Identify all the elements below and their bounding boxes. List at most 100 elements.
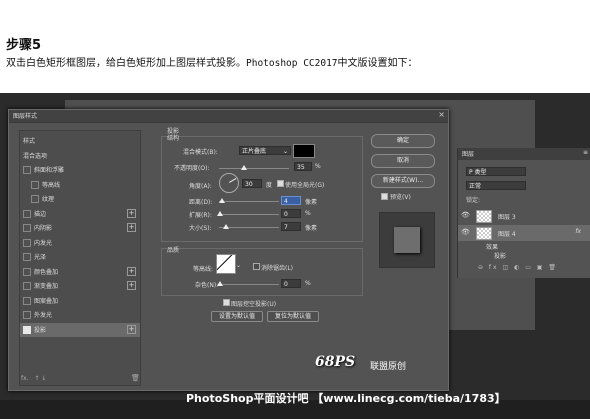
layer-row-4[interactable]: 👁 图层 4 fx [458,225,590,241]
fx-badge[interactable]: fx [575,228,581,235]
add-effect-icon[interactable]: + [127,266,136,276]
style-checkbox[interactable] [23,296,31,305]
size-slider-knob[interactable] [223,224,229,229]
cancel-button[interactable]: 取消 [371,154,435,168]
knockout-checkbox[interactable] [223,299,230,306]
style-label: 渐变叠加 [34,283,59,290]
shadow-effect-label: 投影 [494,253,507,260]
opacity-slider-knob[interactable] [240,165,247,170]
style-preview-thumbnail [379,212,435,268]
opacity-label: 不透明度(O): [174,165,210,172]
layer-thumbnail [476,227,492,240]
degree-unit: 度 [266,182,273,189]
style-checkbox[interactable] [31,180,39,189]
size-label: 大小(S): [189,225,212,232]
article-header: 步骤5 双击白色矩形框图层，给白色矩形加上图层样式投影。Photoshop CC… [0,0,590,92]
style-item[interactable]: 混合选项 [20,149,140,163]
spread-input[interactable]: 0 [281,209,301,218]
add-effect-icon[interactable]: + [127,223,136,232]
style-item[interactable]: 纹理 [20,192,140,206]
style-item[interactable]: 图案叠加 [20,294,140,308]
trash-icon[interactable]: 🗑 [131,374,140,382]
size-input[interactable]: 7 [281,222,301,231]
style-item[interactable]: 斜面和浮雕 [20,163,140,177]
style-item[interactable]: 描边 + [20,207,140,221]
move-arrows-icon[interactable]: ↑ ↓ [34,375,46,382]
add-effect-icon[interactable]: + [127,324,136,334]
panel-menu-icon[interactable]: ≡ [583,149,588,156]
new-style-button[interactable]: 新建样式(W)... [371,174,435,188]
distance-slider[interactable] [219,201,279,202]
style-label: 样式 [23,138,36,145]
structure-label: 结构 [167,135,180,142]
opacity-slider[interactable] [219,168,289,169]
shadow-color-swatch[interactable] [293,144,315,158]
layers-footer-icons[interactable]: ⊖ fx ◫ ◐ ▭ ▣ 🗑 [478,264,558,271]
noise-input[interactable]: 0 [281,279,301,288]
add-effect-icon[interactable]: + [127,281,136,290]
style-item[interactable]: 内阴影 + [20,221,140,235]
noise-slider-knob[interactable] [217,281,223,286]
fx-menu-button[interactable]: fx. ↑ ↓ [21,375,46,382]
layer-blend-mode[interactable]: 正常 [466,181,526,190]
style-item[interactable]: 投影 + [20,322,140,337]
style-checkbox[interactable] [23,325,31,334]
angle-input[interactable]: 30 [242,179,262,188]
layer-style-dialog: 图层样式 × 样式混合选项斜面和浮雕等高线 纹理 描边 + 内阴影 + 内发光 光泽 颜色叠加 +… [8,109,449,391]
chevron-down-icon[interactable]: ⌄ [236,262,241,269]
style-checkbox[interactable] [23,253,31,261]
noise-slider[interactable] [219,284,279,285]
style-item[interactable]: 渐变叠加 + [20,279,140,293]
style-checkbox[interactable] [31,195,39,203]
quality-group [161,248,363,296]
global-light-checkbox[interactable] [277,180,284,187]
style-item[interactable]: 等高线 [20,178,140,192]
ok-button[interactable]: 确定 [371,134,435,148]
style-item[interactable]: 光泽 [20,250,140,264]
spread-slider-knob[interactable] [217,211,223,216]
reset-default-button[interactable]: 复位为默认值 [267,311,319,322]
opacity-input[interactable]: 35 [294,162,312,171]
visibility-eye-icon[interactable]: 👁 [461,228,470,236]
layers-panel: 图层 ≡ P 类型 正常 锁定: 👁 图层 3 👁 图层 4 fx 效果 投影 … [457,148,590,278]
dialog-title: 图层样式 [13,113,38,120]
drop-shadow-settings: 投影 结构 混合模式(B): 正片叠底 ⌄ 不透明度(O): 35 % 角度(A)… [159,128,369,340]
styles-list: 样式混合选项斜面和浮雕等高线 纹理 描边 + 内阴影 + 内发光 光泽 颜色叠加 + 渐变叠加 + 图案… [19,130,141,386]
layer-row-3[interactable]: 👁 图层 3 [458,208,590,224]
set-default-button[interactable]: 设置为默认值 [211,311,263,322]
style-label: 混合选项 [23,152,48,160]
step-title: 步骤5 [6,38,42,53]
distance-slider-knob[interactable] [219,198,225,203]
chevron-down-icon: ⌄ [282,148,288,155]
style-checkbox[interactable] [23,166,31,174]
style-checkbox[interactable] [23,282,31,290]
spread-slider[interactable] [219,214,279,215]
style-checkbox[interactable] [23,224,31,232]
layers-panel-tab: 图层 ≡ [458,148,590,160]
shadow-effect-row[interactable]: 投影 [458,250,590,260]
blend-mode-label: 混合模式(B): [183,149,218,156]
style-item[interactable]: 颜色叠加 + [20,265,140,279]
contour-label: 等高线: [193,266,214,273]
style-checkbox[interactable] [23,311,31,319]
style-checkbox[interactable] [23,238,31,247]
step-description: 双击白色矩形框图层，给白色矩形加上图层样式投影。Photoshop CC2017… [6,58,418,69]
style-label: 斜面和浮雕 [34,167,65,174]
preview-checkbox[interactable] [381,193,388,200]
style-item[interactable]: 外发光 [20,308,140,322]
contour-picker[interactable] [216,254,236,274]
blend-mode-select[interactable]: 正片叠底 ⌄ [239,146,291,155]
add-effect-icon[interactable]: + [127,208,136,218]
close-icon[interactable]: × [438,110,445,119]
layer-kind-filter[interactable]: P 类型 [466,167,526,176]
visibility-eye-icon[interactable]: 👁 [461,211,470,219]
antialias-checkbox[interactable] [253,263,260,270]
style-item[interactable]: 内发光 [20,236,140,250]
style-checkbox[interactable] [23,209,31,218]
style-item[interactable]: 样式 [20,134,140,148]
style-checkbox[interactable] [23,267,31,276]
angle-dial[interactable] [219,173,239,193]
distance-input[interactable]: 4 [281,196,301,205]
style-label: 外发光 [34,312,53,319]
layers-tab-label[interactable]: 图层 [462,149,474,158]
